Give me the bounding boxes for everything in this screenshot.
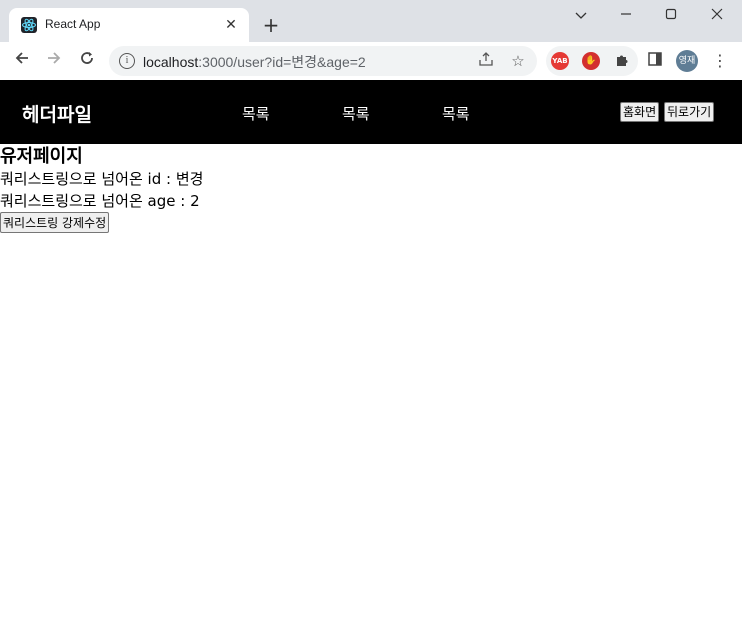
url-host: localhost bbox=[143, 54, 199, 70]
close-icon[interactable]: ✕ bbox=[221, 15, 241, 35]
plus-icon[interactable]: + bbox=[258, 13, 284, 39]
browser-titlebar: React App ✕ + bbox=[0, 0, 742, 42]
star-icon[interactable]: ☆ bbox=[508, 51, 528, 71]
id-query-line: 쿼리스트링으로 넘어온 id : 변경 bbox=[0, 170, 204, 188]
back-arrow-icon[interactable] bbox=[9, 49, 35, 73]
url-path: :3000/user?id=변경&age=2 bbox=[198, 54, 366, 70]
kebab-menu-icon[interactable]: ⋮ bbox=[708, 49, 732, 73]
share-icon[interactable] bbox=[476, 51, 496, 71]
url-text: localhost:3000/user?id=변경&age=2 bbox=[143, 52, 366, 72]
yab-extension-icon[interactable]: YAB bbox=[551, 52, 569, 70]
address-bar[interactable]: i localhost:3000/user?id=변경&age=2 ☆ bbox=[109, 46, 537, 76]
window-close-icon[interactable] bbox=[694, 4, 740, 28]
reload-icon[interactable] bbox=[74, 49, 100, 73]
browser-tab[interactable]: React App ✕ bbox=[9, 8, 249, 42]
chevron-down-icon[interactable] bbox=[558, 4, 604, 28]
site-header: 헤더파일 목록 목록 목록 홈화면 뒤로가기 bbox=[0, 80, 742, 144]
hand-extension-icon[interactable]: ✋ bbox=[582, 52, 600, 70]
page-title: 유저페이지 bbox=[0, 146, 83, 167]
user-page: 유저페이지 쿼리스트링으로 넘어온 id : 변경 쿼리스트링으로 넘어온 ag… bbox=[0, 146, 742, 233]
age-query-line: 쿼리스트링으로 넘어온 age : 2 bbox=[0, 192, 200, 210]
maximize-icon[interactable] bbox=[648, 4, 694, 28]
home-button[interactable]: 홈화면 bbox=[620, 102, 660, 122]
nav-link-3[interactable]: 목록 bbox=[442, 103, 470, 124]
minimize-icon[interactable] bbox=[603, 4, 649, 28]
tab-title: React App bbox=[45, 17, 101, 31]
back-button[interactable]: 뒤로가기 bbox=[664, 102, 715, 122]
react-icon bbox=[21, 17, 37, 33]
forward-arrow-icon[interactable] bbox=[41, 49, 67, 73]
puzzle-icon[interactable] bbox=[613, 52, 631, 70]
browser-toolbar: i localhost:3000/user?id=변경&age=2 ☆ YAB … bbox=[0, 42, 742, 81]
info-icon[interactable]: i bbox=[119, 53, 135, 69]
avatar[interactable]: 영재 bbox=[676, 50, 698, 72]
force-query-update-button[interactable]: 쿼리스트링 강제수정 bbox=[0, 212, 110, 233]
nav-link-2[interactable]: 목록 bbox=[342, 103, 370, 124]
side-panel-icon[interactable] bbox=[643, 49, 667, 73]
nav-link-1[interactable]: 목록 bbox=[242, 103, 270, 124]
extensions-area: YAB ✋ bbox=[546, 46, 638, 76]
site-brand: 헤더파일 bbox=[22, 104, 92, 126]
